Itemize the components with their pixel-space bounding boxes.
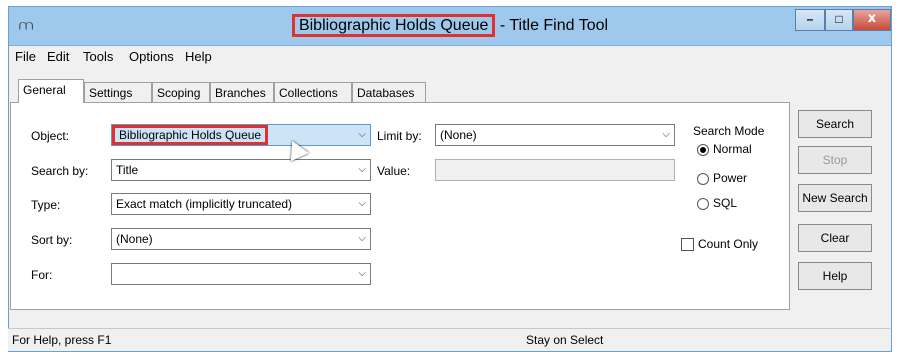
radio-sql-label: SQL xyxy=(713,196,738,210)
object-value-highlight: Bibliographic Holds Queue xyxy=(112,125,269,145)
tab-settings[interactable]: Settings xyxy=(84,82,152,102)
limit-by-value: (None) xyxy=(440,128,477,142)
for-label: For: xyxy=(31,268,53,282)
search-by-combobox[interactable]: Title ⌵ xyxy=(111,159,371,181)
sort-by-value: (None) xyxy=(116,232,153,246)
chevron-down-icon: ⌵ xyxy=(358,164,366,175)
radio-power[interactable]: Power xyxy=(697,170,747,186)
count-only-checkbox[interactable]: Count Only xyxy=(681,236,758,252)
count-only-label: Count Only xyxy=(698,237,759,251)
search-by-label: Search by: xyxy=(31,164,89,178)
limit-by-combobox[interactable]: (None) ⌵ xyxy=(435,124,675,146)
radio-icon xyxy=(697,172,709,185)
clear-button[interactable]: Clear xyxy=(798,224,872,252)
chevron-down-icon: ⌵ xyxy=(358,129,366,140)
search-by-value: Title xyxy=(116,163,139,177)
close-button[interactable]: x xyxy=(853,9,891,31)
checkbox-icon xyxy=(681,238,694,252)
object-label: Object: xyxy=(31,129,70,143)
window-title: Bibliographic Holds Queue - Title Find T… xyxy=(9,14,891,37)
status-help-text: For Help, press F1 xyxy=(12,333,112,347)
menu-bar: File Edit Tools Options Help xyxy=(9,46,891,68)
stop-button[interactable]: Stop xyxy=(798,146,872,174)
chevron-down-icon: ⌵ xyxy=(358,198,366,209)
menu-tools[interactable]: Tools xyxy=(83,49,113,65)
type-value: Exact match (implicitly truncated) xyxy=(116,197,293,211)
chevron-down-icon: ⌵ xyxy=(358,268,366,279)
maximize-button[interactable]: □ xyxy=(825,9,853,31)
chevron-down-icon: ⌵ xyxy=(358,233,366,244)
value-field xyxy=(435,159,675,181)
title-bar[interactable]: ⩋ Bibliographic Holds Queue - Title Find… xyxy=(9,7,891,46)
object-combobox[interactable]: Bibliographic Holds Queue ⌵ xyxy=(111,124,371,146)
minimize-button[interactable]: – xyxy=(795,9,825,31)
radio-normal[interactable]: Normal xyxy=(697,141,752,157)
new-search-button[interactable]: New Search xyxy=(798,184,872,212)
tab-databases[interactable]: Databases xyxy=(352,82,426,102)
menu-edit[interactable]: Edit xyxy=(47,49,69,65)
limit-by-label: Limit by: xyxy=(377,129,422,143)
title-object-highlight: Bibliographic Holds Queue xyxy=(291,14,496,37)
radio-power-label: Power xyxy=(713,171,748,185)
value-label: Value: xyxy=(377,164,411,178)
help-button[interactable]: Help xyxy=(798,262,872,290)
tab-branches[interactable]: Branches xyxy=(210,82,274,102)
for-combobox[interactable]: ⌵ xyxy=(111,263,371,285)
status-bar: For Help, press F1 Stay on Select xyxy=(8,328,890,351)
radio-sql[interactable]: SQL xyxy=(697,195,737,211)
menu-help[interactable]: Help xyxy=(185,49,212,65)
type-combobox[interactable]: Exact match (implicitly truncated) ⌵ xyxy=(111,193,371,215)
type-label: Type: xyxy=(31,198,61,212)
general-tab-panel: Object: Bibliographic Holds Queue ⌵ Limi… xyxy=(10,102,790,310)
sort-by-label: Sort by: xyxy=(31,233,73,247)
sort-by-combobox[interactable]: (None) ⌵ xyxy=(111,228,371,250)
radio-icon xyxy=(697,143,709,156)
radio-normal-label: Normal xyxy=(713,142,752,156)
search-button[interactable]: Search xyxy=(798,110,872,138)
tab-scoping[interactable]: Scoping xyxy=(152,82,210,102)
status-mode-text: Stay on Select xyxy=(526,333,604,347)
chevron-down-icon: ⌵ xyxy=(662,129,670,140)
search-mode-title: Search Mode xyxy=(693,124,765,138)
tab-collections[interactable]: Collections xyxy=(274,82,352,102)
menu-options[interactable]: Options xyxy=(129,49,174,65)
title-suffix: - Title Find Tool xyxy=(499,17,609,34)
menu-file[interactable]: File xyxy=(15,49,36,65)
tab-general[interactable]: General xyxy=(18,79,84,103)
radio-icon xyxy=(697,197,709,210)
